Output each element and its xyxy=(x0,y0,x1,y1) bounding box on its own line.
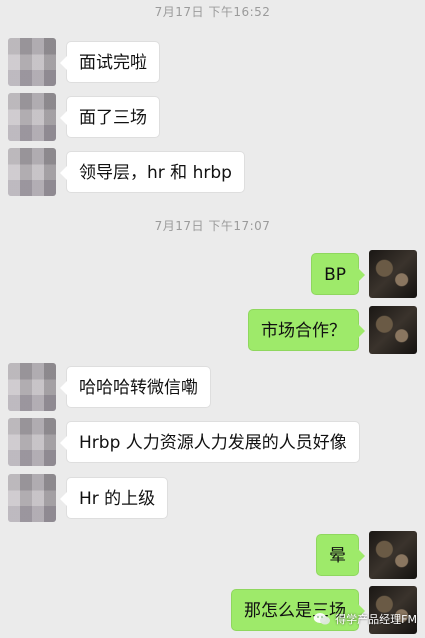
avatar[interactable] xyxy=(8,418,56,466)
watermark-text: 得学产品经理FM xyxy=(335,613,417,626)
timestamp: 7月17日 下午17:07 xyxy=(154,219,271,233)
message-row: 哈哈哈转微信嘞 xyxy=(0,363,425,411)
message-row: 市场合作？ xyxy=(0,306,425,354)
message-bubble[interactable]: Hr 的上级 xyxy=(59,477,169,519)
watermark: 得学产品经理FM xyxy=(313,608,417,630)
avatar[interactable] xyxy=(8,93,56,141)
message-bubble[interactable]: 面试完啦 xyxy=(60,41,160,83)
avatar[interactable] xyxy=(8,363,56,411)
avatar[interactable] xyxy=(8,474,56,522)
timestamp: 7月17日 下午16:52 xyxy=(154,5,271,19)
message-bubble[interactable]: 哈哈哈转微信嘞 xyxy=(60,366,211,408)
wechat-icon xyxy=(313,612,331,626)
message-bubble[interactable]: Hrbp 人力资源人力发展的人员好像 xyxy=(60,421,360,463)
message-bubble[interactable]: 面了三场 xyxy=(60,96,160,138)
message-row: 领导层，hr 和 hrbp xyxy=(0,148,425,196)
message-bubble[interactable]: 市场合作？ xyxy=(248,309,365,351)
avatar[interactable] xyxy=(369,531,417,579)
message-bubble[interactable]: BP xyxy=(311,253,365,295)
message-row: Hrbp 人力资源人力发展的人员好像 xyxy=(0,418,425,466)
avatar[interactable] xyxy=(8,148,56,196)
message-row: BP xyxy=(0,250,425,298)
message-bubble[interactable]: 晕 xyxy=(316,534,365,576)
avatar[interactable] xyxy=(369,306,417,354)
message-row: 面试完啦 xyxy=(0,38,425,86)
avatar[interactable] xyxy=(369,250,417,298)
message-row: 面了三场 xyxy=(0,93,425,141)
message-row: 晕 xyxy=(0,531,425,579)
message-bubble[interactable]: 领导层，hr 和 hrbp xyxy=(60,151,245,193)
message-row: Hr 的上级 xyxy=(0,474,425,522)
avatar[interactable] xyxy=(8,38,56,86)
